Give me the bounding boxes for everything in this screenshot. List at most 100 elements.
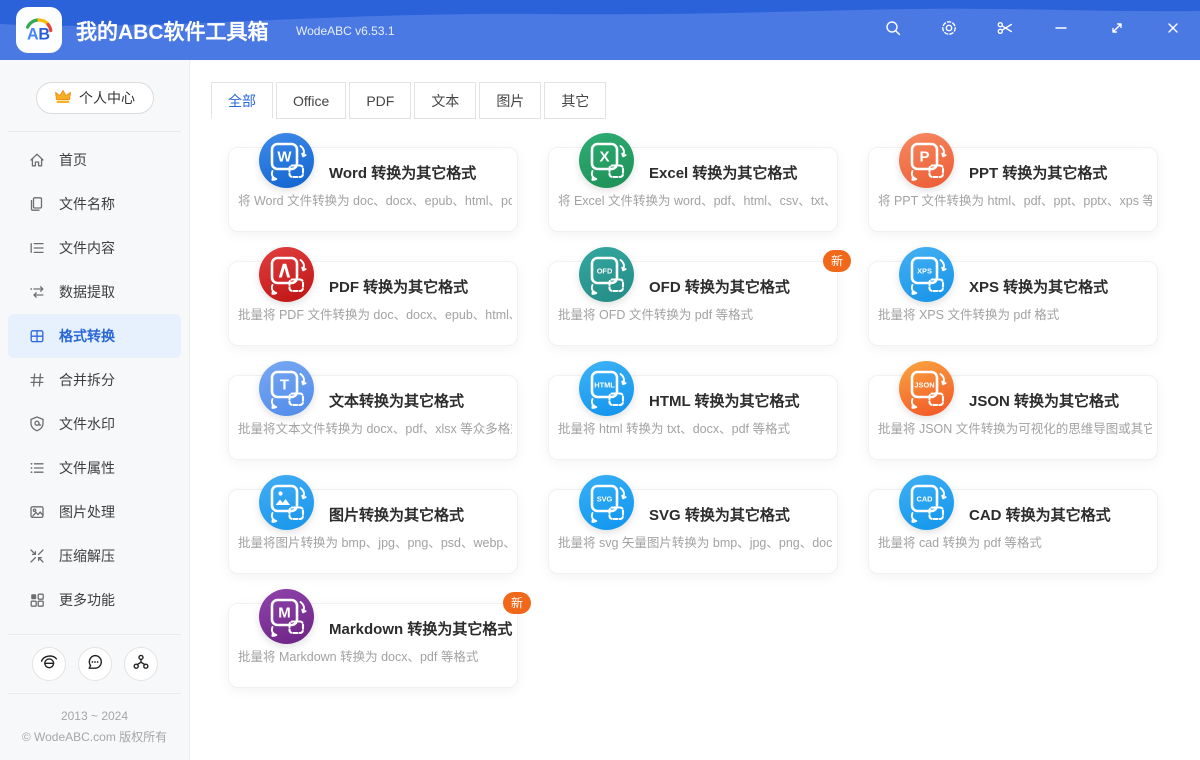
tool-card-title: PDF 转换为其它格式 bbox=[329, 279, 469, 296]
tool-card-ppt[interactable]: P PPT 转换为其它格式 将 PPT 文件转换为 html、pdf、ppt、p… bbox=[868, 133, 1158, 232]
tool-card-cad[interactable]: CAD CAD 转换为其它格式 批量将 cad 转换为 pdf 等格式 bbox=[868, 475, 1158, 574]
tool-card-desc: 批量将 JSON 文件转换为可视化的思维导图或其它格 bbox=[878, 422, 1152, 436]
sidebar-item-file-name[interactable]: 文件名称 bbox=[8, 182, 181, 226]
tool-card-pdf[interactable]: PDF 转换为其它格式 批量将 PDF 文件转换为 doc、docx、epub、… bbox=[228, 247, 518, 346]
tool-card-title: JSON 转换为其它格式 bbox=[969, 393, 1120, 410]
sidebar-item-label: 文件属性 bbox=[59, 460, 115, 476]
sidebar-item-image-process[interactable]: 图片处理 bbox=[8, 490, 181, 534]
copyright-owner: © WodeABC.com 版权所有 bbox=[21, 730, 168, 744]
close-icon bbox=[1164, 19, 1182, 42]
tool-card-svg[interactable]: SVG SVG 转换为其它格式 批量将 svg 矢量图片转换为 bmp、jpg、… bbox=[548, 475, 838, 574]
sidebar-item-label: 数据提取 bbox=[59, 284, 115, 300]
personal-center-button[interactable]: 个人中心 bbox=[35, 82, 154, 114]
sidebar-item-label: 文件内容 bbox=[59, 240, 115, 256]
tool-card-xps[interactable]: XPS XPS 转换为其它格式 批量将 XPS 文件转换为 pdf 格式 bbox=[868, 247, 1158, 346]
tool-card-json[interactable]: JSON JSON 转换为其它格式 批量将 JSON 文件转换为可视化的思维导图… bbox=[868, 361, 1158, 460]
tool-card-grid: W Word 转换为其它格式 将 Word 文件转换为 doc、docx、epu… bbox=[191, 119, 1200, 688]
search-button[interactable] bbox=[884, 20, 902, 39]
html-icon: HTML bbox=[579, 361, 634, 416]
tool-card-ofd[interactable]: OFD OFD 转换为其它格式 批量将 OFD 文件转换为 pdf 等格式 新 bbox=[548, 247, 851, 346]
sidebar-item-watermark[interactable]: 文件水印 bbox=[8, 402, 181, 446]
tab-图片[interactable]: 图片 bbox=[479, 82, 542, 119]
data-extract-icon bbox=[28, 283, 46, 301]
share-button[interactable] bbox=[123, 647, 158, 681]
minimize-button[interactable] bbox=[1052, 21, 1070, 39]
svg-text:JSON: JSON bbox=[914, 380, 934, 389]
tab-文本[interactable]: 文本 bbox=[414, 82, 477, 119]
maximize-button[interactable] bbox=[1108, 21, 1126, 39]
sidebar-item-label: 合并拆分 bbox=[59, 372, 115, 388]
compress-icon bbox=[28, 547, 46, 565]
tool-card-desc: 批量将 html 转换为 txt、docx、pdf 等格式 bbox=[558, 422, 790, 436]
sidebar-item-label: 文件水印 bbox=[59, 416, 115, 432]
image-process-icon bbox=[28, 503, 46, 521]
sidebar-item-label: 首页 bbox=[59, 152, 87, 168]
svg-text:A: A bbox=[27, 26, 39, 44]
minimize-icon bbox=[1052, 19, 1070, 42]
sidebar-item-merge-split[interactable]: 合并拆分 bbox=[8, 358, 181, 402]
close-button[interactable] bbox=[1164, 21, 1182, 39]
sidebar-item-label: 格式转换 bbox=[59, 328, 115, 344]
personal-center-label: 个人中心 bbox=[79, 90, 135, 106]
titlebar: A B 我的ABC软件工具箱 WodeABC v6.53.1 bbox=[0, 0, 1200, 60]
cut-icon bbox=[996, 19, 1014, 42]
maximize-icon bbox=[1108, 19, 1126, 42]
svg-text:P: P bbox=[919, 148, 929, 165]
tool-card-title: SVG 转换为其它格式 bbox=[649, 507, 790, 524]
svg-text:OFD: OFD bbox=[596, 266, 612, 275]
tab-其它[interactable]: 其它 bbox=[544, 82, 607, 119]
tool-card-html[interactable]: HTML HTML 转换为其它格式 批量将 html 转换为 txt、docx、… bbox=[548, 361, 838, 460]
ie-browser-button[interactable] bbox=[31, 647, 66, 681]
excel-icon: X bbox=[579, 133, 634, 188]
svg-text:HTML: HTML bbox=[594, 380, 615, 389]
sidebar-item-format-convert[interactable]: 格式转换 bbox=[8, 314, 181, 358]
cad-icon: CAD bbox=[899, 475, 954, 530]
word-icon: W bbox=[259, 133, 314, 188]
tab-全部[interactable]: 全部 bbox=[211, 82, 273, 119]
home-icon bbox=[28, 151, 46, 169]
svg-text:M: M bbox=[278, 604, 291, 621]
sidebar: 个人中心 首页 文件名称 文件内容 数据提取 格式转换 合并拆分 文件水印 文件… bbox=[0, 60, 190, 760]
cut-button[interactable] bbox=[996, 21, 1014, 39]
message-button[interactable] bbox=[77, 647, 112, 681]
sidebar-item-more[interactable]: 更多功能 bbox=[8, 578, 181, 622]
watermark-icon bbox=[28, 415, 46, 433]
app-logo: A B bbox=[16, 7, 62, 53]
sidebar-item-compress[interactable]: 压缩解压 bbox=[8, 534, 181, 578]
more-icon bbox=[28, 591, 46, 609]
svg-icon: SVG bbox=[579, 475, 634, 530]
main-content: 全部 Office PDF 文本 图片 其它 W Word 转换为其它格式 将 … bbox=[191, 60, 1200, 760]
settings-button[interactable] bbox=[940, 20, 958, 39]
markdown-icon: M bbox=[259, 589, 314, 644]
tab-Office[interactable]: Office bbox=[276, 82, 347, 119]
svg-text:W: W bbox=[277, 148, 292, 165]
tool-card-title: 文本转换为其它格式 bbox=[329, 393, 465, 410]
tab-PDF[interactable]: PDF bbox=[349, 82, 412, 119]
tool-card-excel[interactable]: X Excel 转换为其它格式 将 Excel 文件转换为 word、pdf、h… bbox=[548, 133, 838, 232]
sidebar-divider bbox=[8, 634, 181, 635]
sidebar-item-file-props[interactable]: 文件属性 bbox=[8, 446, 181, 490]
sidebar-footer: 2013 ~ 2024 © WodeABC.com 版权所有 bbox=[0, 694, 189, 748]
tool-card-desc: 批量将图片转换为 bmp、jpg、png、psd、webp、 bbox=[238, 536, 512, 550]
sidebar-nav: 首页 文件名称 文件内容 数据提取 格式转换 合并拆分 文件水印 文件属性 图片… bbox=[0, 132, 189, 622]
tool-card-picture[interactable]: 图片转换为其它格式 批量将图片转换为 bmp、jpg、png、psd、webp、 bbox=[228, 475, 518, 574]
tab-label: PDF bbox=[366, 92, 395, 109]
tool-card-word[interactable]: W Word 转换为其它格式 将 Word 文件转换为 doc、docx、epu… bbox=[228, 133, 518, 232]
new-badge: 新 bbox=[502, 592, 531, 614]
sidebar-item-home[interactable]: 首页 bbox=[8, 138, 181, 182]
json-icon: JSON bbox=[899, 361, 954, 416]
svg-text:XPS: XPS bbox=[917, 266, 932, 275]
tool-card-text[interactable]: T 文本转换为其它格式 批量将文本文件转换为 docx、pdf、xlsx 等众多… bbox=[228, 361, 518, 460]
ie-browser-icon bbox=[40, 653, 58, 676]
sidebar-item-data-extract[interactable]: 数据提取 bbox=[8, 270, 181, 314]
tool-card-desc: 批量将 OFD 文件转换为 pdf 等格式 bbox=[558, 308, 754, 322]
file-content-icon bbox=[28, 239, 46, 257]
tool-card-desc: 批量将 PDF 文件转换为 doc、docx、epub、html、 bbox=[238, 308, 512, 322]
tool-card-desc: 批量将 cad 转换为 pdf 等格式 bbox=[878, 536, 1042, 550]
tool-card-title: 图片转换为其它格式 bbox=[329, 507, 465, 524]
tool-card-desc: 将 PPT 文件转换为 html、pdf、ppt、pptx、xps 等 bbox=[878, 194, 1152, 208]
category-tabs: 全部 Office PDF 文本 图片 其它 bbox=[191, 60, 1200, 119]
tool-card-markdown[interactable]: M Markdown 转换为其它格式 批量将 Markdown 转换为 docx… bbox=[228, 589, 531, 688]
share-icon bbox=[132, 653, 150, 676]
sidebar-item-file-content[interactable]: 文件内容 bbox=[8, 226, 181, 270]
